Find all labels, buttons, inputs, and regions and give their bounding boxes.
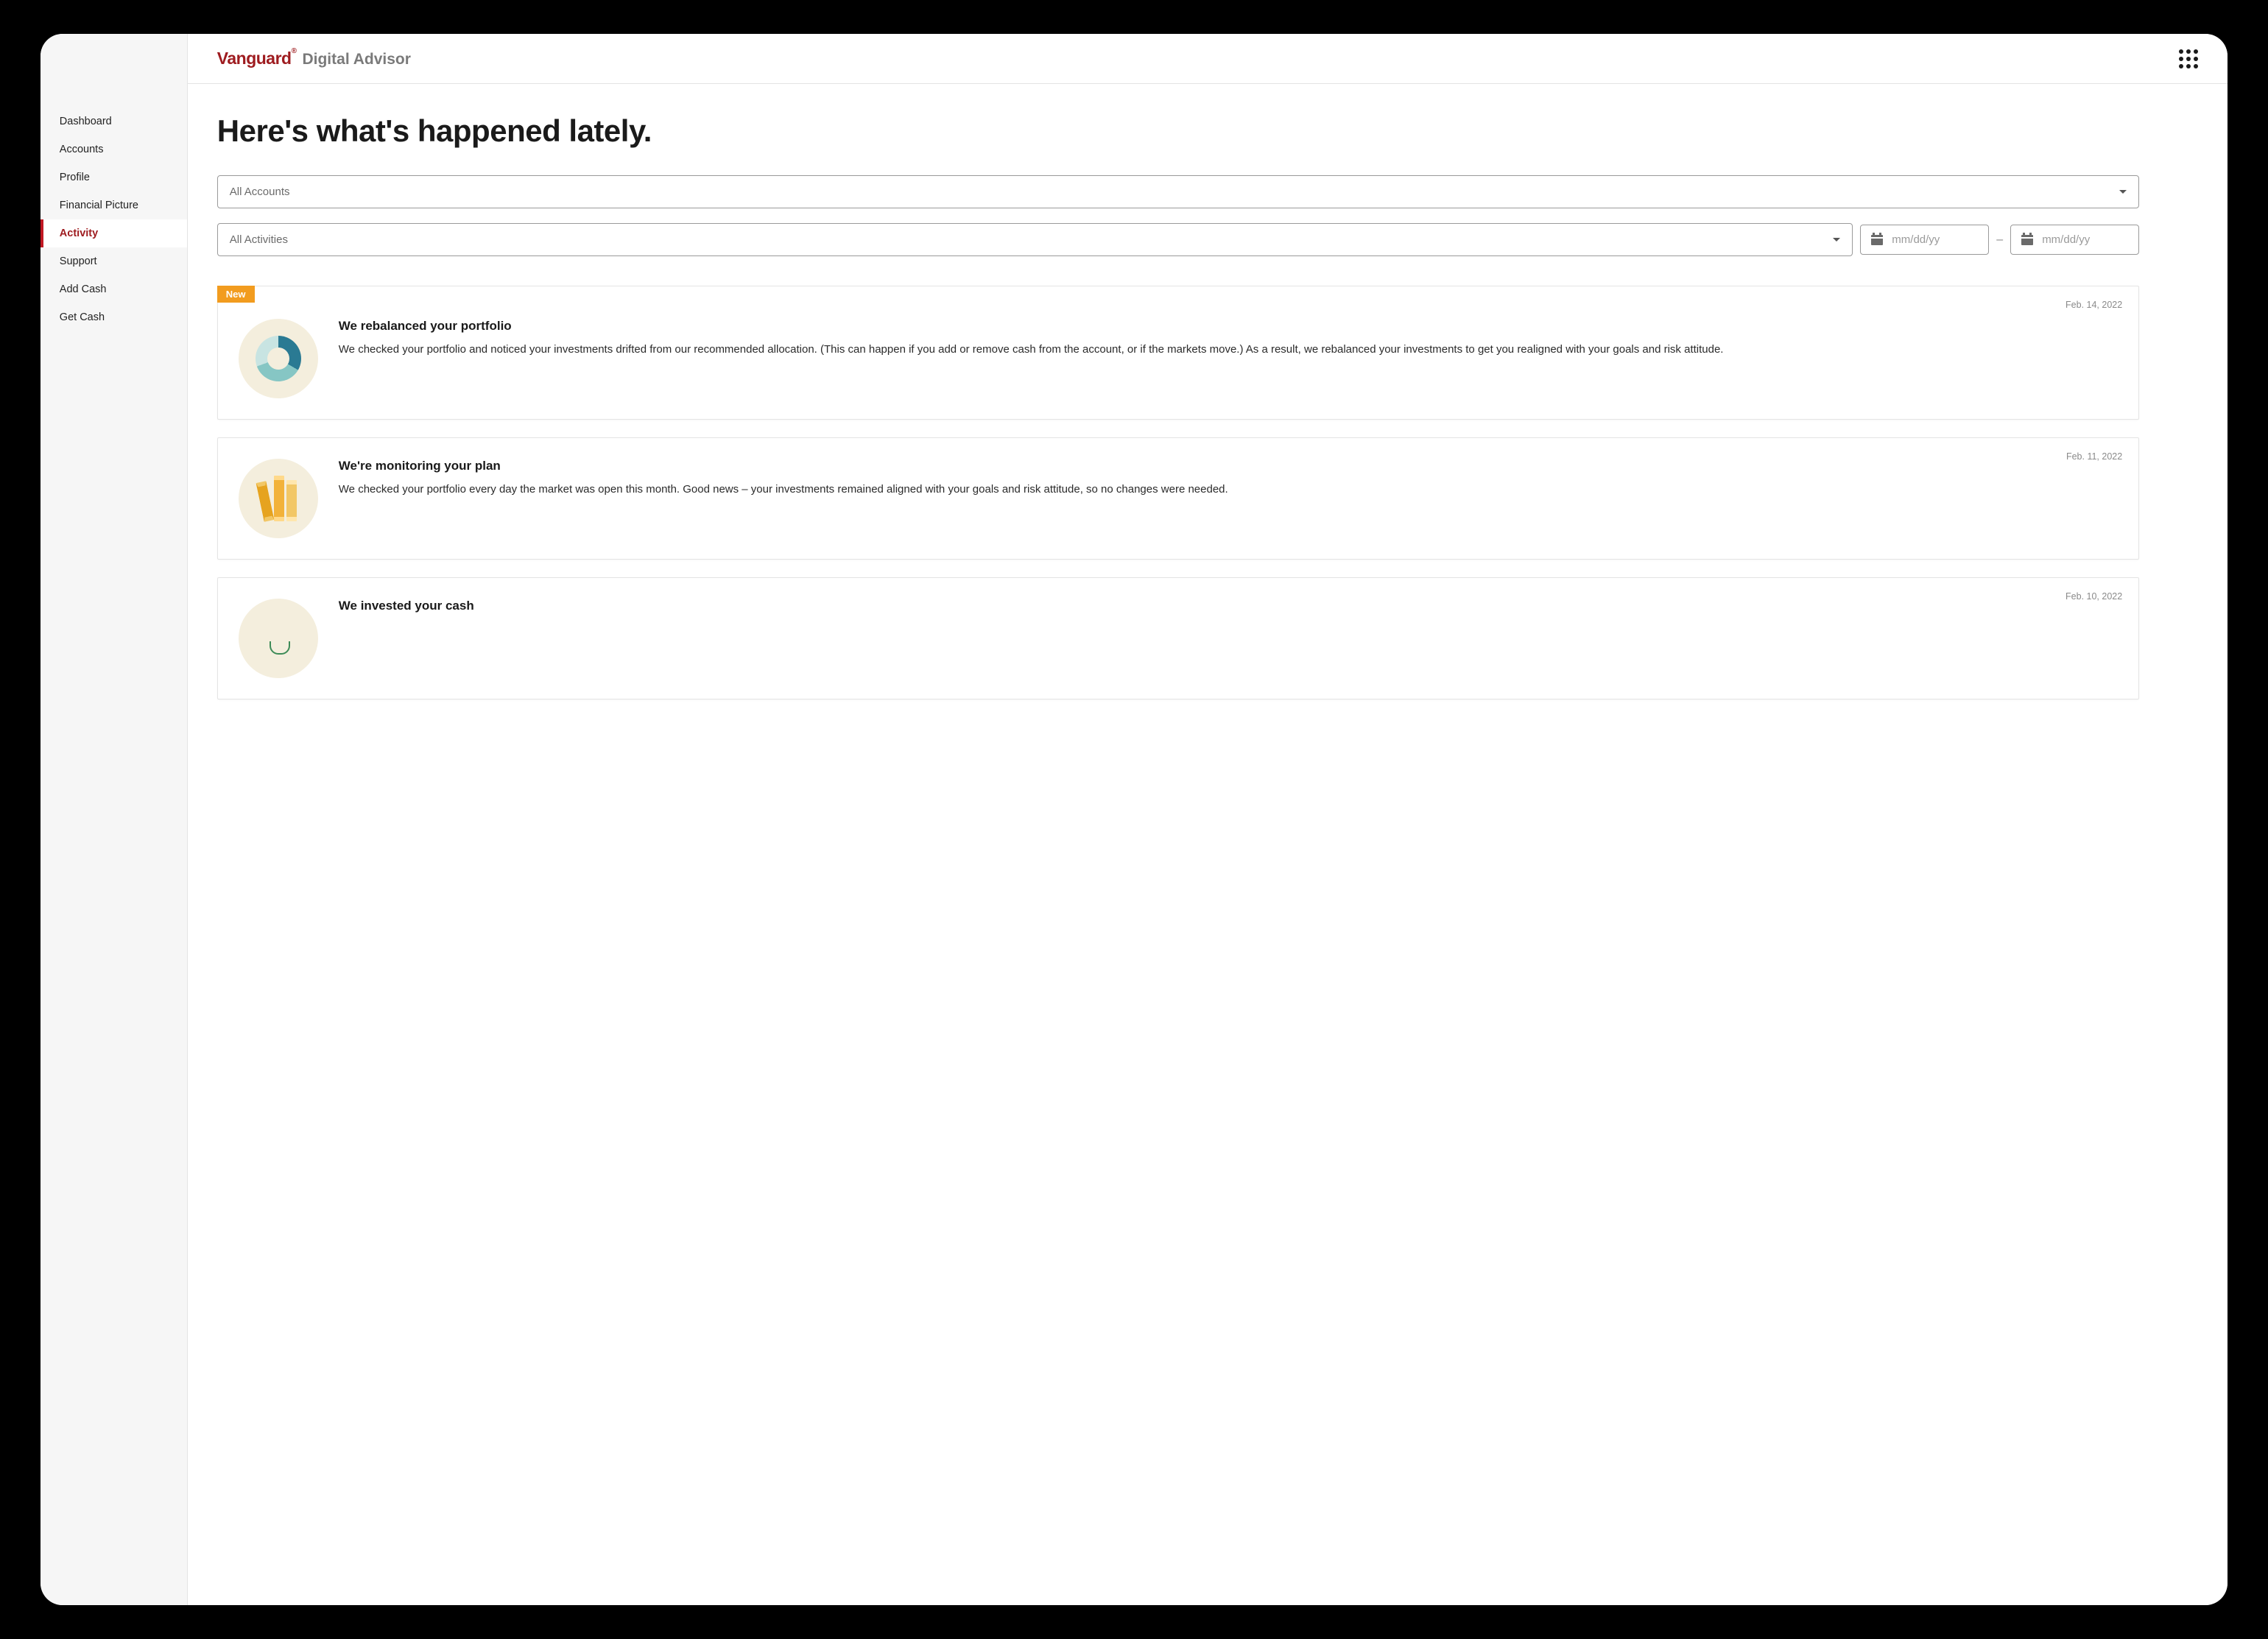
brand-logo: Vanguard® [217, 49, 297, 68]
brand-product: Digital Advisor [302, 51, 410, 68]
content-scroll[interactable]: Here's what's happened lately. All Accou… [188, 84, 2228, 1604]
activity-card[interactable]: Feb. 11, 2022 We're monitoring your plan… [217, 437, 2139, 560]
activity-select[interactable]: All Activities [217, 223, 1853, 256]
date-from-placeholder: mm/dd/yy [1892, 233, 1940, 246]
activity-description: We checked your portfolio and noticed yo… [339, 341, 2118, 358]
rebalance-icon [239, 319, 318, 398]
activity-card[interactable]: New Feb. 14, 2022 We rebalanced your por… [217, 286, 2139, 420]
account-select-value: All Accounts [230, 186, 290, 198]
calendar-icon [1871, 235, 1883, 245]
new-badge: New [217, 286, 255, 303]
sidebar-item-add-cash[interactable]: Add Cash [40, 275, 187, 303]
registered-mark: ® [292, 47, 297, 55]
sidebar: Dashboard Accounts Profile Financial Pic… [40, 34, 188, 1604]
activity-card[interactable]: Feb. 10, 2022 We invested your cash [217, 577, 2139, 699]
books-icon [260, 476, 297, 521]
chevron-down-icon [2119, 190, 2127, 194]
brand-logo-text: Vanguard [217, 49, 292, 68]
sidebar-item-accounts[interactable]: Accounts [40, 135, 187, 163]
tablet-frame: Dashboard Accounts Profile Financial Pic… [23, 16, 2245, 1622]
calendar-icon [2021, 235, 2033, 245]
plant-icon [262, 622, 295, 655]
activity-date: Feb. 10, 2022 [2066, 591, 2122, 602]
main-area: Vanguard® Digital Advisor Here's what's … [188, 34, 2228, 1604]
sidebar-item-activity[interactable]: Activity [40, 219, 187, 247]
filter-row: All Activities mm/dd/yy – mm/dd/yy [217, 223, 2139, 256]
activity-list: New Feb. 14, 2022 We rebalanced your por… [217, 286, 2139, 699]
date-from-input[interactable]: mm/dd/yy [1860, 225, 1989, 255]
activity-body: We're monitoring your plan We checked yo… [339, 459, 2118, 538]
header: Vanguard® Digital Advisor [188, 34, 2228, 84]
invest-icon [239, 599, 318, 678]
activity-select-value: All Activities [230, 233, 288, 246]
monitoring-icon [239, 459, 318, 538]
activity-body: We rebalanced your portfolio We checked … [339, 319, 2118, 398]
activity-date: Feb. 11, 2022 [2066, 451, 2122, 462]
apps-menu-icon[interactable] [2179, 49, 2198, 68]
sidebar-item-profile[interactable]: Profile [40, 163, 187, 191]
account-select[interactable]: All Accounts [217, 175, 2139, 208]
filters: All Accounts All Activities mm/dd/yy – [217, 175, 2139, 256]
brand: Vanguard® Digital Advisor [217, 49, 411, 68]
sidebar-item-get-cash[interactable]: Get Cash [40, 303, 187, 331]
date-to-input[interactable]: mm/dd/yy [2010, 225, 2139, 255]
page-title: Here's what's happened lately. [217, 113, 2139, 149]
date-range-separator: – [1996, 233, 2003, 247]
donut-chart-icon [256, 336, 301, 381]
sidebar-item-financial-picture[interactable]: Financial Picture [40, 191, 187, 219]
activity-description: We checked your portfolio every day the … [339, 481, 2118, 498]
tablet-screen: Dashboard Accounts Profile Financial Pic… [40, 34, 2228, 1604]
activity-title: We're monitoring your plan [339, 459, 2118, 473]
activity-date: Feb. 14, 2022 [2066, 300, 2122, 310]
activity-title: We rebalanced your portfolio [339, 319, 2118, 334]
sidebar-item-dashboard[interactable]: Dashboard [40, 107, 187, 135]
date-to-placeholder: mm/dd/yy [2042, 233, 2090, 246]
activity-body: We invested your cash [339, 599, 2118, 678]
chevron-down-icon [1833, 238, 1840, 242]
sidebar-item-support[interactable]: Support [40, 247, 187, 275]
activity-title: We invested your cash [339, 599, 2118, 613]
